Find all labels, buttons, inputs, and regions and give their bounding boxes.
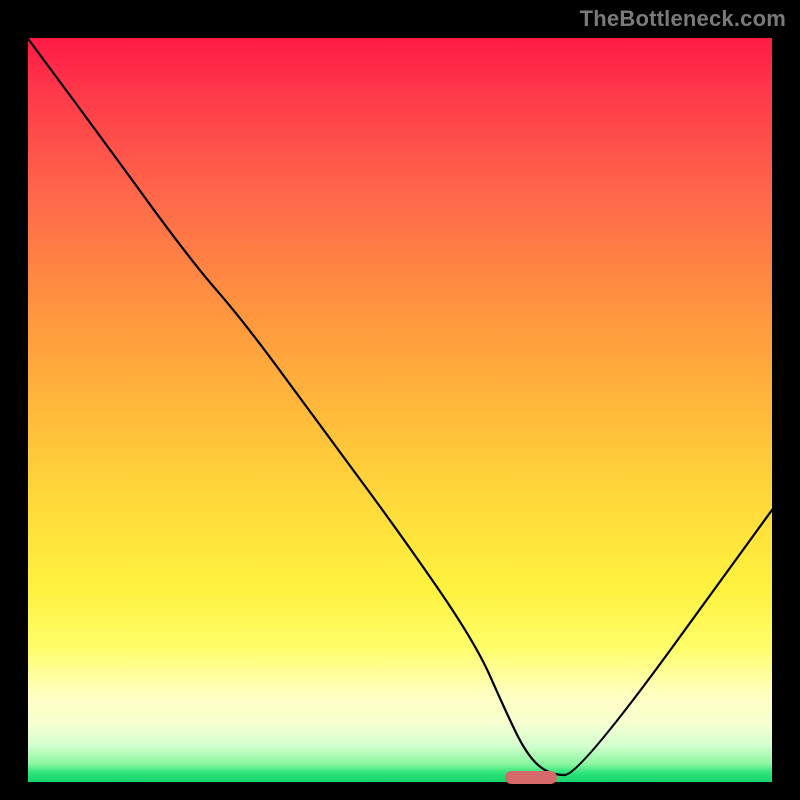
watermark-text: TheBottleneck.com <box>580 6 786 32</box>
optimum-range-marker <box>505 771 557 784</box>
bottleneck-curve-path <box>26 36 774 775</box>
bottleneck-curve-svg <box>26 36 774 784</box>
chart-container: TheBottleneck.com <box>0 0 800 800</box>
plot-frame <box>26 36 774 784</box>
